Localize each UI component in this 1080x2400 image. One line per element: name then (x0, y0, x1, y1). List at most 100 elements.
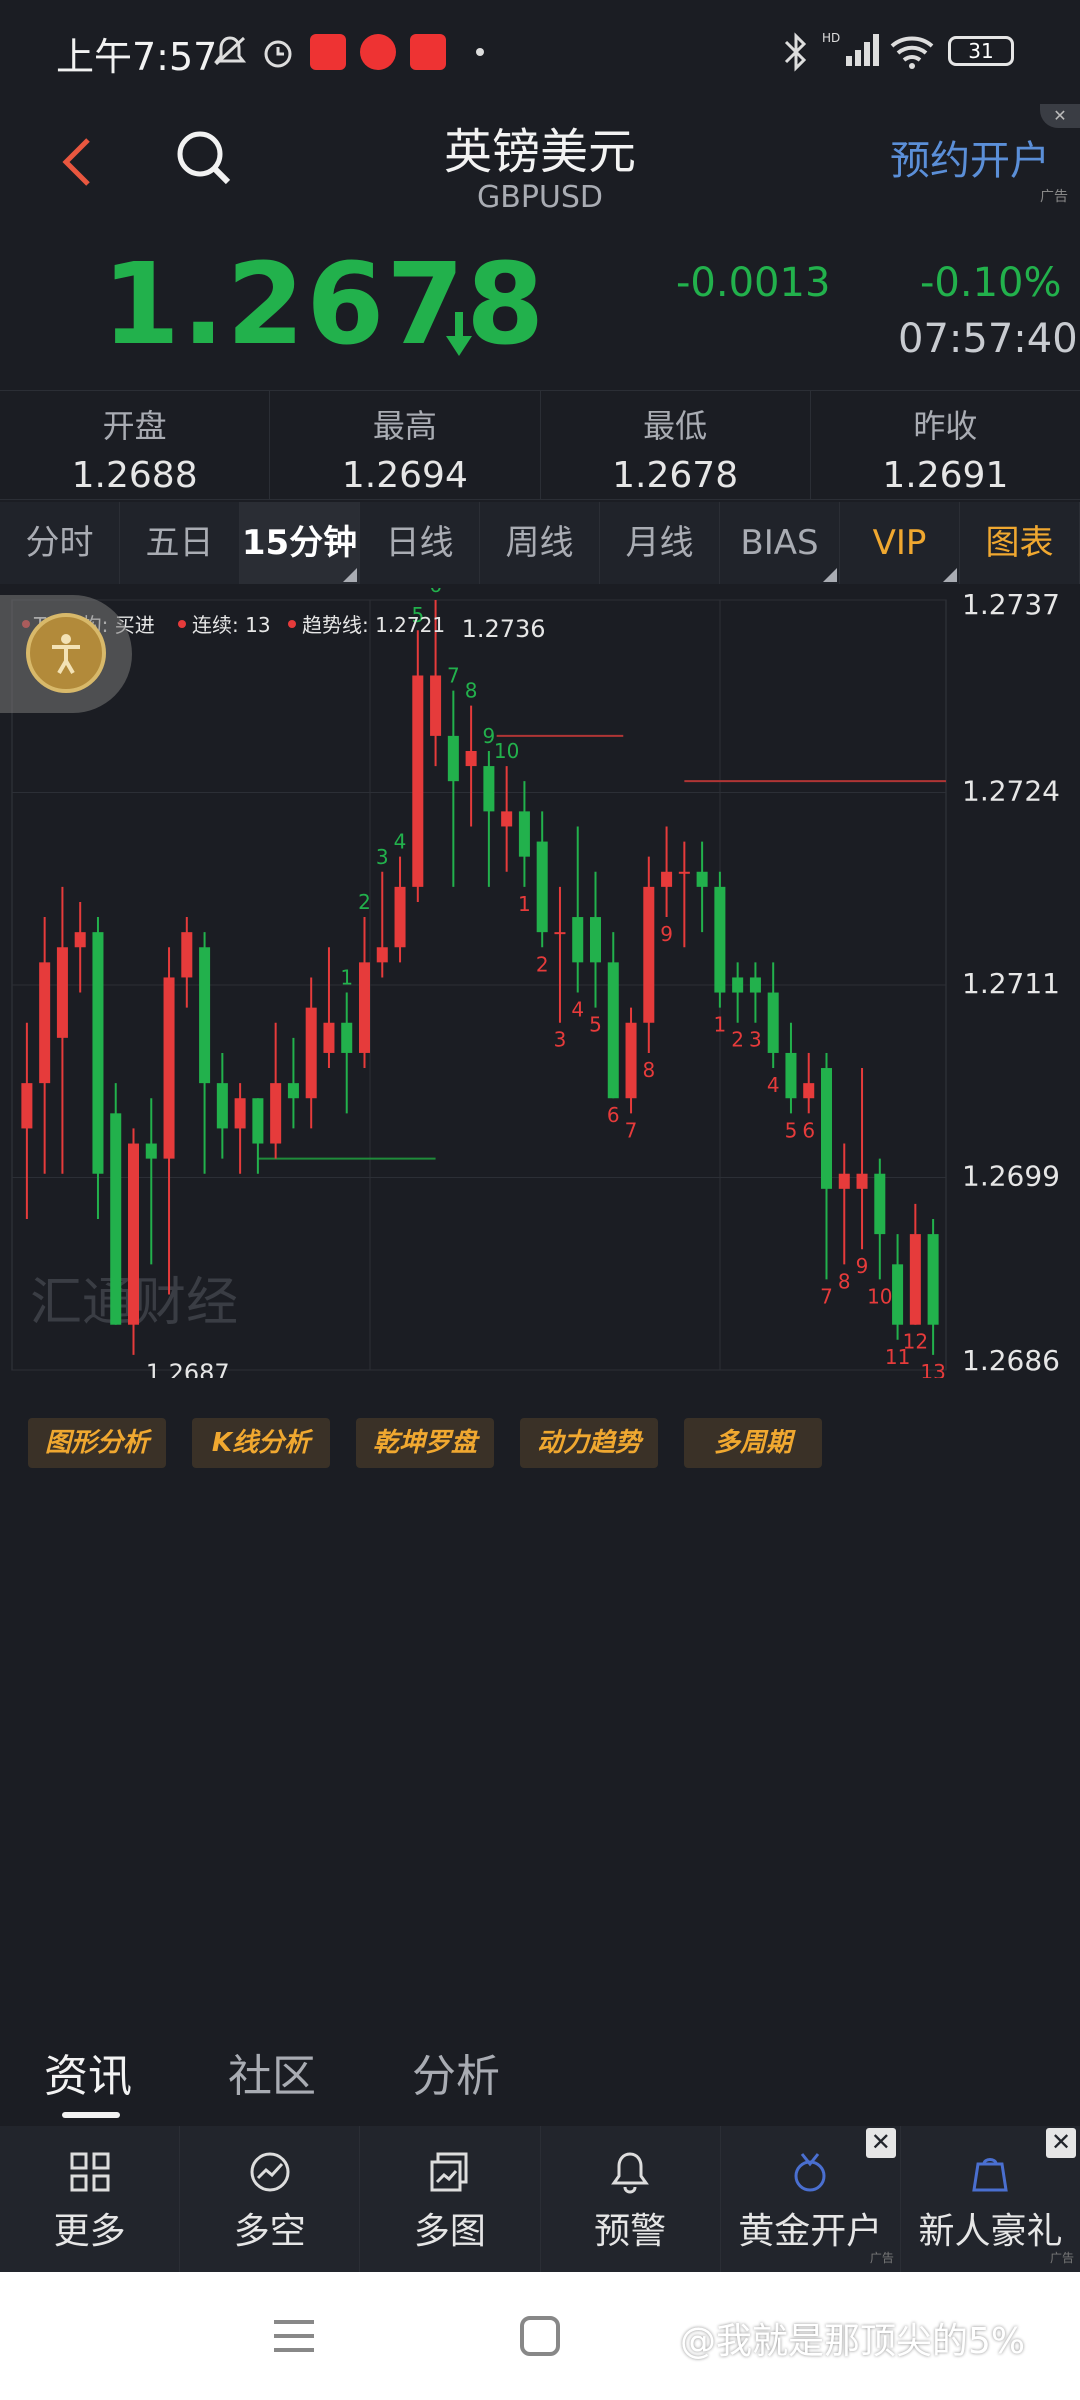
td-count-label: 4 (767, 1073, 780, 1097)
news-app-icon (410, 34, 446, 70)
tab-15min[interactable]: 15分钟 (240, 502, 360, 584)
stat-prev-close: 昨收 1.2691 (811, 391, 1080, 499)
candle-body (181, 932, 193, 978)
candle-body (554, 932, 566, 935)
candle-body (607, 962, 619, 1099)
candle-body (625, 1022, 637, 1099)
video-app-icon (360, 34, 396, 70)
candle-body (661, 871, 673, 887)
accessibility-float-button[interactable] (0, 595, 132, 713)
td-count-label: 3 (749, 1028, 762, 1052)
td-count-label: 6 (802, 1118, 815, 1142)
symbol-code: GBPUSD (476, 180, 604, 215)
kline-analysis-button[interactable]: K线分析 (192, 1418, 330, 1468)
legend-dot (178, 620, 186, 628)
more-button[interactable]: 更多 (0, 2126, 181, 2272)
candle-body (394, 886, 406, 948)
price-change: -0.0013 (676, 260, 831, 306)
stat-label: 开盘 (102, 407, 167, 445)
home-icon[interactable] (518, 2314, 562, 2362)
newcomer-gift-ad-button[interactable]: 新人豪礼 ✕ 广告 (901, 2126, 1080, 2272)
legend-dot (288, 620, 296, 628)
candle-body (483, 766, 495, 812)
period-tabs: 分时 五日 15分钟 日线 周线 月线 BIAS VIP 图表 (0, 502, 1080, 584)
td-count-label: 10 (494, 739, 519, 763)
status-time: 上午7:57 (56, 35, 218, 79)
tab-bias[interactable]: BIAS (720, 502, 840, 584)
candle-body (234, 1098, 246, 1129)
gold-account-ad-button[interactable]: 黄金开户 ✕ 广告 (721, 2126, 901, 2272)
candle-body (323, 1022, 335, 1053)
td-count-label: 2 (731, 1028, 744, 1052)
td-count-label: 7 (447, 664, 460, 688)
tool-label: 多空 (233, 2211, 306, 2252)
tool-label: 黄金开户 (738, 2211, 883, 2252)
multi-period-button[interactable]: 多周期 (684, 1418, 822, 1468)
compass-button[interactable]: 乾坤罗盘 (356, 1418, 494, 1468)
tab-daily[interactable]: 日线 (360, 502, 480, 584)
tab-chart[interactable]: 图表 (960, 502, 1080, 584)
search-icon[interactable] (170, 122, 236, 194)
back-icon[interactable] (48, 120, 108, 200)
tab-weekly[interactable]: 周线 (480, 502, 600, 584)
candle-body (785, 1052, 797, 1099)
open-account-button[interactable]: 预约开户 (890, 128, 1050, 186)
tab-intraday[interactable]: 分时 (0, 502, 120, 584)
ad-tag: 广告 (1050, 2251, 1075, 2265)
td-count-label: 8 (838, 1269, 851, 1293)
pattern-analysis-button[interactable]: 图形分析 (28, 1418, 166, 1468)
candle-body (39, 962, 51, 1084)
signal-icon: HD (822, 30, 882, 74)
candle-body (820, 1068, 833, 1189)
candle-body (803, 1083, 815, 1099)
ad-close-icon[interactable]: ✕ (1040, 104, 1080, 128)
close-icon[interactable]: ✕ (1046, 2128, 1077, 2158)
candle-body (430, 675, 442, 736)
price-change-percent: -0.10% (920, 260, 1062, 306)
wifi-icon (888, 32, 936, 76)
legend-continuous: 连续: 13 (192, 613, 271, 637)
tab-community[interactable]: 社区 (228, 2040, 316, 2104)
close-icon[interactable]: ✕ (865, 2128, 896, 2158)
menu-icon[interactable] (270, 2316, 318, 2360)
td-count-label: 2 (536, 952, 549, 976)
candle-body (145, 1143, 157, 1159)
stat-low: 最低 1.2678 (541, 391, 811, 499)
stat-high: 最高 1.2694 (270, 391, 541, 499)
page-title: 英镑美元 (443, 124, 636, 180)
candle-body (696, 871, 708, 887)
grid-icon (70, 2152, 110, 2192)
candle-body (110, 1113, 122, 1325)
y-tick-label: 1.2711 (962, 967, 1060, 1000)
candle-body (767, 992, 779, 1053)
tab-monthly[interactable]: 月线 (600, 502, 720, 584)
td-count-label: 6 (607, 1103, 620, 1127)
candle-body (927, 1234, 939, 1325)
battery-icon: 31 (948, 36, 1014, 66)
y-tick-label: 1.2686 (962, 1344, 1060, 1377)
trend-circle-icon (250, 2152, 290, 2192)
gift-bag-icon (972, 2158, 1009, 2192)
y-tick-label: 1.2737 (962, 588, 1060, 621)
stat-label: 昨收 (913, 407, 978, 445)
td-count-label: 7 (625, 1118, 638, 1142)
tab-analysis[interactable]: 分析 (412, 2040, 500, 2104)
tab-news[interactable]: 资讯 (44, 2040, 132, 2104)
chart-area[interactable]: 1.27371.27241.27111.26991.2686汇通财经123456… (0, 588, 1080, 1378)
alert-button[interactable]: 预警 (541, 2126, 721, 2272)
candle-body (216, 1083, 228, 1129)
momentum-trend-button[interactable]: 动力趋势 (520, 1418, 658, 1468)
active-tab-indicator (62, 2112, 120, 2118)
ad-tag: 广告 (869, 2251, 894, 2265)
candle-body (252, 1098, 264, 1144)
td-count-label: 10 (867, 1284, 892, 1308)
svg-text:HD: HD (822, 31, 840, 45)
toutiao-app-icon (310, 34, 346, 70)
tab-vip[interactable]: VIP (840, 502, 960, 584)
watermark-text: @我就是那顶尖的5% (680, 2321, 1026, 2362)
multi-chart-button[interactable]: 多图 (360, 2126, 541, 2272)
long-short-button[interactable]: 多空 (180, 2126, 361, 2272)
td-count-label: 12 (903, 1330, 928, 1354)
candle-body (412, 675, 424, 887)
tab-five-day[interactable]: 五日 (120, 502, 240, 584)
